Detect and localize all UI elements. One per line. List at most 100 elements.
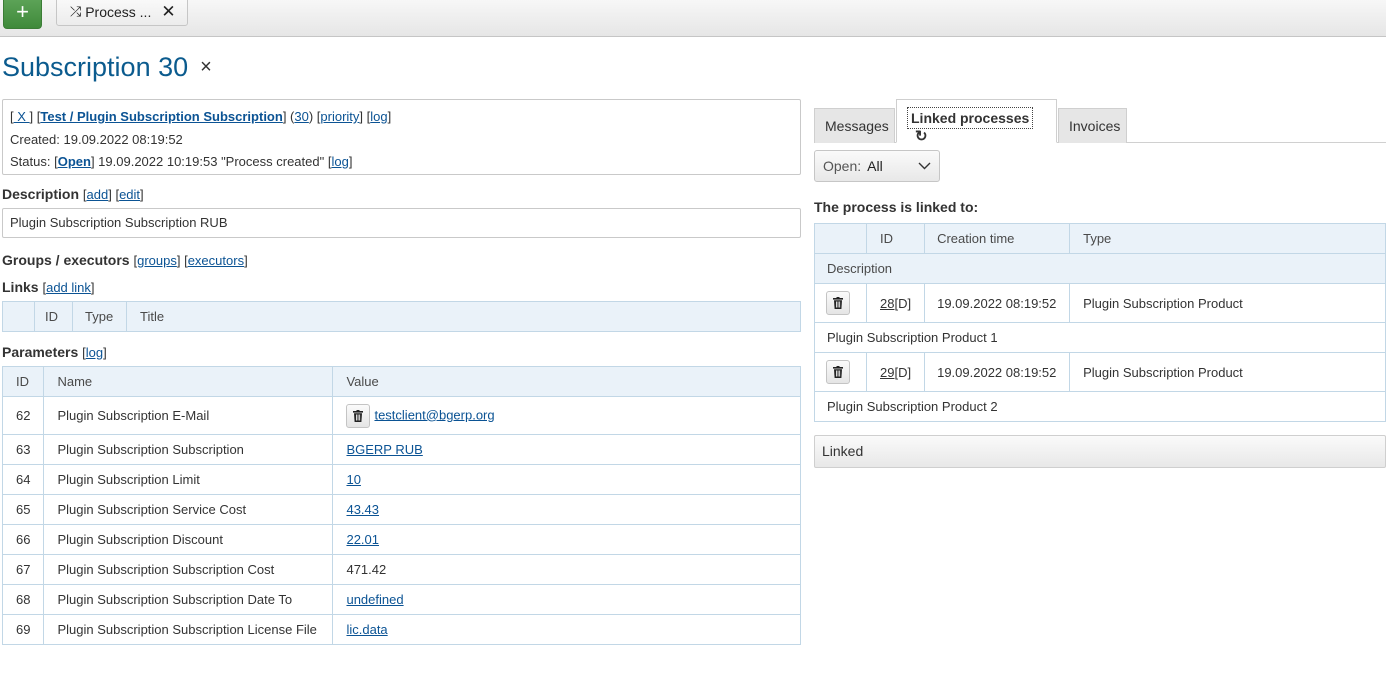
process-id-link[interactable]: 30: [294, 109, 308, 124]
priority-link[interactable]: priority: [320, 109, 359, 124]
tab-bar: Messages Linked processes ↻ Invoices: [814, 99, 1386, 145]
column-header: Value: [332, 366, 801, 397]
linked-id-link[interactable]: 28: [880, 296, 894, 311]
close-icon[interactable]: ✕: [161, 2, 175, 22]
delete-button[interactable]: [826, 360, 850, 384]
description-edit-link[interactable]: edit: [119, 187, 140, 202]
linked-id-link[interactable]: 29: [880, 365, 894, 380]
param-id: 64: [1, 464, 45, 495]
tab-linked-processes[interactable]: Linked processes ↻: [896, 99, 1057, 145]
param-value-link[interactable]: lic.data: [346, 622, 387, 637]
trash-icon: [353, 409, 364, 422]
column-header: Name: [43, 366, 334, 397]
table-row: 68 Plugin Subscription Subscription Date…: [1, 584, 801, 615]
related-panel: Messages Linked processes ↻ Invoices Ope…: [814, 99, 1386, 468]
param-id: 63: [1, 434, 45, 465]
table-row: 69 Plugin Subscription Subscription Lice…: [1, 614, 801, 645]
delete-cell: [814, 283, 867, 323]
status-log-link[interactable]: log: [331, 154, 348, 169]
param-value-cell: 43.43: [332, 494, 801, 525]
table-row: 63 Plugin Subscription Subscription BGER…: [1, 434, 801, 465]
links-table-header: ID Type Title: [2, 301, 801, 332]
parameters-heading: Parameters [log]: [2, 344, 107, 360]
column-header: Creation time: [924, 223, 1071, 254]
table-row: 64 Plugin Subscription Limit 10: [1, 464, 801, 495]
linked-time: 19.09.2022 08:19:52: [924, 283, 1071, 323]
filter-label: Open:: [823, 158, 862, 174]
delete-cell: [814, 352, 867, 392]
param-name: Plugin Subscription Discount: [43, 524, 334, 555]
process-tab[interactable]: ⤮ Process ... ✕: [56, 0, 188, 26]
info-line-created: Created: 19.09.2022 08:19:52: [10, 129, 793, 152]
table-row: 29[D] 19.09.2022 08:19:52 Plugin Subscri…: [814, 352, 1386, 392]
linked-description: Plugin Subscription Product 1: [814, 322, 1386, 353]
param-value-link[interactable]: 43.43: [346, 502, 379, 517]
tab-invoices[interactable]: Invoices: [1058, 108, 1127, 143]
linked-id-cell: 29[D]: [865, 352, 926, 392]
param-name: Plugin Subscription Subscription License…: [43, 614, 334, 645]
delete-button[interactable]: [826, 291, 850, 315]
linked-section-bar[interactable]: Linked: [814, 435, 1386, 468]
parameters-table: ID Name Value 62 Plugin Subscription E-M…: [1, 366, 801, 645]
description-add-link[interactable]: add: [87, 187, 109, 202]
top-toolbar: + ⤮ Process ... ✕: [0, 0, 1386, 37]
delete-button[interactable]: [346, 403, 371, 428]
linked-time: 19.09.2022 08:19:52: [924, 352, 1071, 392]
tab-linked-processes-label: Linked processes: [907, 107, 1034, 129]
param-id: 66: [1, 524, 45, 555]
table-row-description: Plugin Subscription Product 1: [814, 322, 1386, 353]
parameters-log-link[interactable]: log: [86, 345, 103, 360]
groups-link[interactable]: groups: [137, 253, 177, 268]
param-name: Plugin Subscription Limit: [43, 464, 334, 495]
links-heading-text: Links: [2, 279, 39, 295]
param-value-link[interactable]: undefined: [346, 592, 403, 607]
open-filter-select[interactable]: Open: All: [814, 150, 940, 182]
param-id: 67: [1, 554, 45, 585]
table-row: 28[D] 19.09.2022 08:19:52 Plugin Subscri…: [814, 283, 1386, 323]
info-line-links: [ X ] [Test / Plugin Subscription Subscr…: [10, 109, 392, 124]
column-header: Type: [72, 301, 127, 332]
trash-icon: [833, 297, 843, 309]
parameters-table-header: ID Name Value: [1, 366, 801, 397]
executors-link[interactable]: executors: [188, 253, 244, 268]
log-link[interactable]: log: [370, 109, 387, 124]
groups-heading-text: Groups / executors: [2, 252, 130, 268]
process-details: [ X ] [Test / Plugin Subscription Subscr…: [1, 99, 801, 645]
trash-icon: [833, 366, 843, 378]
add-button[interactable]: +: [3, 0, 42, 29]
info-line-status: Status: [Open] 19.09.2022 10:19:53 "Proc…: [10, 154, 353, 169]
close-icon[interactable]: ×: [200, 56, 212, 79]
close-process-link[interactable]: X: [14, 109, 30, 124]
filter-value: All: [867, 158, 883, 174]
status-label: Status:: [10, 154, 51, 169]
groups-heading: Groups / executors [groups] [executors]: [2, 252, 248, 268]
table-row: 66 Plugin Subscription Discount 22.01: [1, 524, 801, 555]
param-value-link[interactable]: BGERP RUB: [346, 442, 422, 457]
param-name: Plugin Subscription Subscription: [43, 434, 334, 465]
param-id: 68: [1, 584, 45, 615]
description-heading: Description [add] [edit]: [2, 186, 144, 202]
param-id: 65: [1, 494, 45, 525]
column-header: ID: [1, 366, 45, 397]
param-id: 69: [1, 614, 45, 645]
table-row-description: Plugin Subscription Product 2: [814, 391, 1386, 422]
linked-id-cell: 28[D]: [865, 283, 926, 323]
param-value-cell: BGERP RUB: [332, 434, 801, 465]
param-value: 471.42: [332, 554, 801, 585]
param-name: Plugin Subscription Subscription Date To: [43, 584, 334, 615]
param-value-link[interactable]: 22.01: [346, 532, 379, 547]
param-name: Plugin Subscription Service Cost: [43, 494, 334, 525]
add-link-link[interactable]: add link: [46, 280, 91, 295]
status-value: 19.09.2022 10:19:53 "Process created": [98, 154, 325, 169]
column-header: Description: [814, 253, 1386, 284]
process-type-link[interactable]: Test / Plugin Subscription Subscription: [40, 109, 282, 124]
refresh-icon[interactable]: ↻: [915, 128, 928, 145]
linked-processes-table: ID Creation time Type Description 28[D] …: [814, 223, 1386, 422]
linked-heading: The process is linked to:: [814, 199, 979, 215]
links-table: ID Type Title: [2, 301, 801, 332]
param-value-link[interactable]: testclient@bgerp.org: [374, 407, 494, 422]
param-value-link[interactable]: 10: [346, 472, 360, 487]
tab-messages[interactable]: Messages: [814, 108, 895, 143]
status-link[interactable]: Open: [58, 154, 91, 169]
param-value-cell: 22.01: [332, 524, 801, 555]
